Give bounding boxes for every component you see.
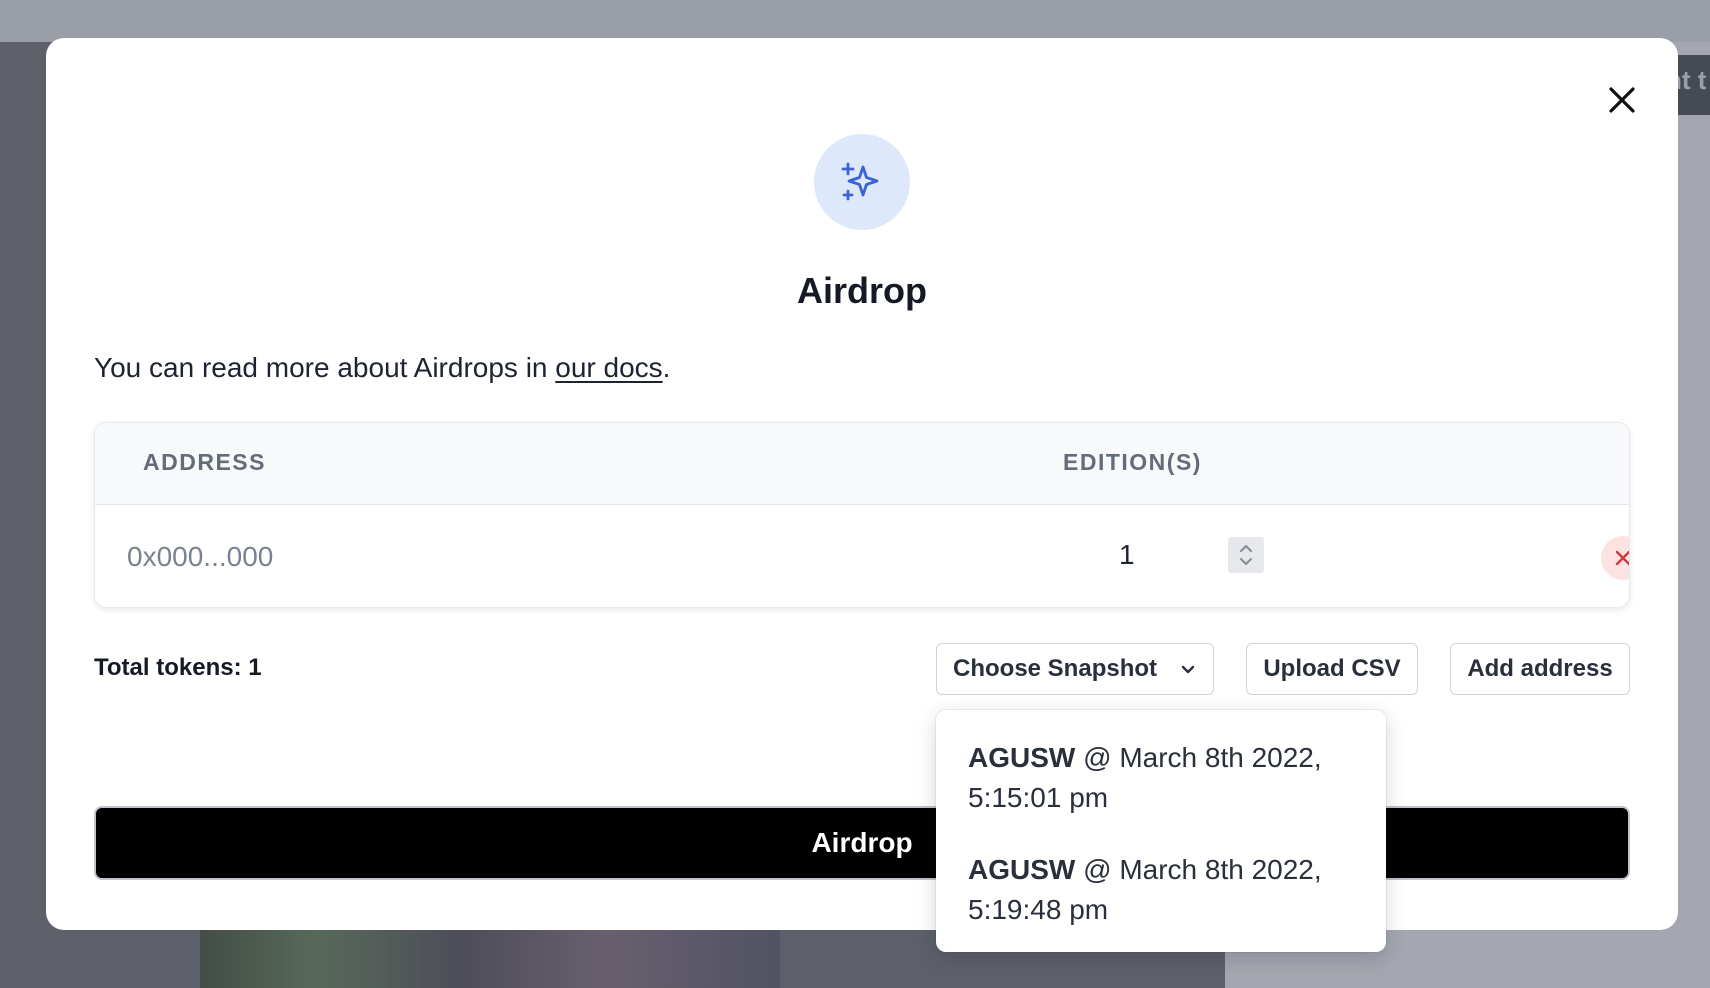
upload-csv-label: Upload CSV <box>1263 655 1401 682</box>
table-row: 1 <box>95 505 1629 607</box>
modal-description: You can read more about Airdrops in our … <box>94 352 670 384</box>
snapshot-date: March 8th 2022, <box>1119 854 1322 885</box>
close-icon <box>1609 87 1635 113</box>
snapshot-dropdown: AGUSW @ March 8th 2022, 5:15:01 pm AGUSW … <box>936 710 1386 952</box>
airdrop-icon-circle <box>814 134 910 230</box>
remove-icon <box>1615 550 1629 566</box>
total-tokens: Total tokens: 1 <box>94 654 262 681</box>
table-header: ADDRESS EDITION(S) <box>95 423 1629 505</box>
add-address-button[interactable]: Add address <box>1450 643 1630 695</box>
snapshot-separator: @ <box>1075 742 1120 773</box>
snapshot-name: AGUSW <box>968 742 1076 773</box>
snapshot-time: 5:15:01 pm <box>968 782 1109 813</box>
close-button[interactable] <box>1600 78 1644 122</box>
background-topbar <box>0 0 1710 42</box>
sparkles-icon <box>841 162 879 201</box>
modal-title: Airdrop <box>797 270 927 311</box>
airdrop-submit-button[interactable]: Airdrop <box>94 806 1630 880</box>
airdrop-modal: Airdrop You can read more about Airdrops… <box>46 38 1678 930</box>
address-input[interactable] <box>127 535 947 579</box>
remove-row-button[interactable] <box>1601 536 1629 580</box>
snapshot-option[interactable]: AGUSW @ March 8th 2022, 5:19:48 pm <box>968 850 1354 930</box>
airdrop-table: ADDRESS EDITION(S) 1 <box>94 422 1630 608</box>
snapshot-name: AGUSW <box>968 854 1076 885</box>
description-text: You can read more about Airdrops in <box>94 352 556 383</box>
chevron-down-icon <box>1181 665 1195 674</box>
snapshot-time: 5:19:48 pm <box>968 894 1109 925</box>
choose-snapshot-label: Choose Snapshot <box>953 655 1158 682</box>
stepper-arrows-icon <box>1239 544 1253 566</box>
column-header-address: ADDRESS <box>143 449 266 475</box>
snapshot-separator: @ <box>1075 854 1120 885</box>
docs-link[interactable]: our docs <box>555 352 662 383</box>
add-address-label: Add address <box>1467 655 1613 682</box>
choose-snapshot-button[interactable]: Choose Snapshot <box>936 643 1214 695</box>
upload-csv-button[interactable]: Upload CSV <box>1246 643 1418 695</box>
snapshot-option[interactable]: AGUSW @ March 8th 2022, 5:15:01 pm <box>968 738 1354 818</box>
editions-stepper[interactable] <box>1228 537 1264 573</box>
background-artwork <box>200 920 780 988</box>
airdrop-submit-label: Airdrop <box>811 827 913 858</box>
editions-input[interactable]: 1 <box>1119 539 1135 571</box>
description-suffix: . <box>662 352 671 383</box>
column-header-editions: EDITION(S) <box>1063 449 1202 475</box>
snapshot-date: March 8th 2022, <box>1119 742 1322 773</box>
